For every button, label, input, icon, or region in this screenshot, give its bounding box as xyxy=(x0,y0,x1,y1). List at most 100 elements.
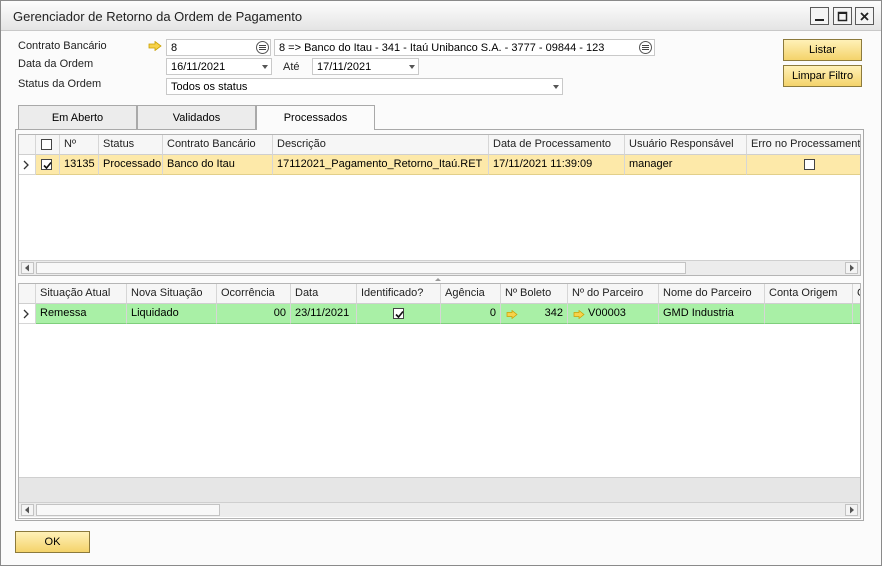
scroll-right-button[interactable] xyxy=(845,504,858,516)
close-button[interactable] xyxy=(855,7,874,25)
checkmark-icon xyxy=(43,161,52,169)
tab-em-aberto[interactable]: Em Aberto xyxy=(18,105,137,129)
status-ordem-label: Status da Ordem xyxy=(18,78,102,90)
choose-from-list-icon[interactable] xyxy=(256,41,269,54)
col-erro[interactable]: Erro no Processamento xyxy=(747,135,860,155)
horizontal-scrollbar[interactable] xyxy=(19,502,860,517)
horizontal-scrollbar[interactable] xyxy=(19,260,860,275)
col-contrato[interactable]: Contrato Bancário xyxy=(163,135,273,155)
tab-panel: Nº Status Contrato Bancário Descrição Da… xyxy=(15,129,864,521)
cell-situacao-atual: Remessa xyxy=(36,304,127,324)
table-row[interactable]: 13135 Processado Banco do Itau 17112021_… xyxy=(19,155,860,175)
link-arrow-icon[interactable] xyxy=(506,310,518,319)
scroll-right-button[interactable] xyxy=(845,262,858,274)
cell-data: 23/11/2021 xyxy=(291,304,357,324)
col-ocorrencia[interactable]: Ocorrência xyxy=(217,284,291,304)
minimize-button[interactable] xyxy=(810,7,829,25)
col-situacao-atual[interactable]: Situação Atual xyxy=(36,284,127,304)
title-bar[interactable]: Gerenciador de Retorno da Ordem de Pagam… xyxy=(1,1,881,31)
data-to-value: 17/11/2021 xyxy=(317,61,372,73)
ate-label: Até xyxy=(283,61,300,73)
cell-status: Processado xyxy=(99,155,163,175)
arrow-left-icon xyxy=(25,264,29,272)
cell-nova-situacao: Liquidado xyxy=(127,304,217,324)
row-indicator-icon[interactable] xyxy=(19,155,36,175)
col-identificado[interactable]: Identificado? xyxy=(357,284,441,304)
arrow-right-icon xyxy=(850,506,854,514)
cell-boleto: 342 xyxy=(501,304,568,324)
col-nome-parceiro[interactable]: Nome do Parceiro xyxy=(659,284,765,304)
grid-header-row: Situação Atual Nova Situação Ocorrência … xyxy=(19,284,860,304)
scroll-left-button[interactable] xyxy=(21,262,34,274)
chevron-down-icon xyxy=(262,65,268,69)
retorno-grid: Situação Atual Nova Situação Ocorrência … xyxy=(18,283,861,519)
close-icon xyxy=(860,11,869,21)
parceiro-value: V00003 xyxy=(588,307,626,319)
link-arrow-icon[interactable] xyxy=(148,41,162,51)
col-usuario[interactable]: Usuário Responsável xyxy=(625,135,747,155)
window-title: Gerenciador de Retorno da Ordem de Pagam… xyxy=(13,9,303,24)
contrato-label: Contrato Bancário xyxy=(18,40,107,52)
cell-truncated xyxy=(853,304,860,324)
data-to-select[interactable]: 17/11/2021 xyxy=(312,58,419,75)
col-conta-origem[interactable]: Conta Origem xyxy=(765,284,853,304)
ok-button[interactable]: OK xyxy=(15,531,90,553)
tab-validados[interactable]: Validados xyxy=(137,105,256,129)
contrato-input-value: 8 xyxy=(171,42,178,54)
chevron-down-icon xyxy=(409,65,415,69)
cell-descricao: 17112021_Pagamento_Retorno_Itaú.RET xyxy=(273,155,489,175)
scroll-thumb[interactable] xyxy=(36,504,220,516)
cell-contrato: Banco do Itau xyxy=(163,155,273,175)
scroll-left-button[interactable] xyxy=(21,504,34,516)
col-data[interactable]: Data xyxy=(291,284,357,304)
scroll-thumb[interactable] xyxy=(36,262,686,274)
chevron-right-icon xyxy=(23,160,29,170)
listar-button[interactable]: Listar xyxy=(783,39,862,61)
splitter-handle-icon[interactable] xyxy=(434,277,442,282)
cell-ocorrencia: 00 xyxy=(217,304,291,324)
status-select[interactable]: Todos os status xyxy=(166,78,563,95)
row-indicator-header xyxy=(19,135,36,155)
cell-conta-origem xyxy=(765,304,853,324)
select-all-checkbox[interactable] xyxy=(41,138,52,150)
minimize-icon xyxy=(815,18,824,21)
row-checkbox[interactable] xyxy=(41,158,52,170)
data-from-select[interactable]: 16/11/2021 xyxy=(166,58,272,75)
col-parceiro[interactable]: Nº do Parceiro xyxy=(568,284,659,304)
cell-usuario: manager xyxy=(625,155,747,175)
col-numero[interactable]: Nº xyxy=(60,135,99,155)
col-truncated[interactable]: C xyxy=(853,284,860,304)
maximize-button[interactable] xyxy=(833,7,852,25)
limpar-filtro-button[interactable]: Limpar Filtro xyxy=(783,65,862,87)
link-arrow-icon[interactable] xyxy=(573,310,585,319)
col-nova-situacao[interactable]: Nova Situação xyxy=(127,284,217,304)
row-select-cell[interactable] xyxy=(36,155,60,175)
cell-erro[interactable] xyxy=(747,155,860,175)
identificado-checkbox[interactable] xyxy=(393,307,404,319)
erro-checkbox[interactable] xyxy=(803,158,815,170)
row-indicator-header xyxy=(19,284,36,304)
chevron-down-icon xyxy=(553,85,559,89)
row-indicator-icon[interactable] xyxy=(19,304,36,324)
cell-parceiro: V00003 xyxy=(568,304,659,324)
grid-footer xyxy=(19,477,860,502)
col-agencia[interactable]: Agência xyxy=(441,284,501,304)
tab-processados[interactable]: Processados xyxy=(256,105,375,130)
main-window: Gerenciador de Retorno da Ordem de Pagam… xyxy=(0,0,882,566)
contrato-description-field: 8 => Banco do Itau - 341 - Itaú Unibanco… xyxy=(274,39,655,56)
col-boleto[interactable]: Nº Boleto xyxy=(501,284,568,304)
grid-header-row: Nº Status Contrato Bancário Descrição Da… xyxy=(19,135,860,155)
arrow-left-icon xyxy=(25,506,29,514)
cell-identificado[interactable] xyxy=(357,304,441,324)
col-status[interactable]: Status xyxy=(99,135,163,155)
cell-agencia: 0 xyxy=(441,304,501,324)
table-row[interactable]: Remessa Liquidado 00 23/11/2021 0 342 V0… xyxy=(19,304,860,324)
cell-numero: 13135 xyxy=(60,155,99,175)
choose-from-list-icon[interactable] xyxy=(639,41,652,54)
checkmark-icon xyxy=(395,310,404,318)
col-descricao[interactable]: Descrição xyxy=(273,135,489,155)
col-data-processamento[interactable]: Data de Processamento xyxy=(489,135,625,155)
select-all-cell[interactable] xyxy=(36,135,60,155)
chevron-right-icon xyxy=(23,309,29,319)
ordens-grid: Nº Status Contrato Bancário Descrição Da… xyxy=(18,134,861,276)
